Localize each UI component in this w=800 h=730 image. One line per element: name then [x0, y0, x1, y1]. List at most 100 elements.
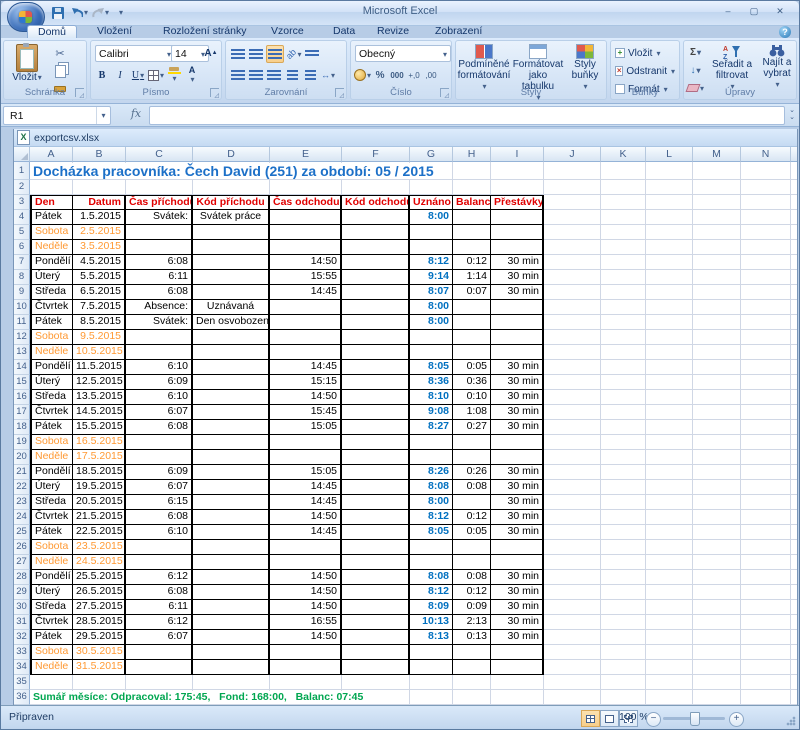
cell-I20[interactable]: [491, 450, 544, 465]
cell-D9[interactable]: [193, 285, 270, 300]
cell-partial15[interactable]: [791, 375, 797, 390]
tab-vlozeni[interactable]: Vložení: [87, 25, 142, 38]
cell-C29[interactable]: 6:08: [126, 585, 193, 600]
cell-I36[interactable]: [491, 690, 544, 705]
cell-N14[interactable]: [741, 360, 791, 375]
cell-G17[interactable]: 9:08: [410, 405, 453, 420]
cell-partial16[interactable]: [791, 390, 797, 405]
cell-K18[interactable]: [601, 420, 646, 435]
cell-M10[interactable]: [693, 300, 741, 315]
cell-H24[interactable]: 0:12: [453, 510, 491, 525]
cell-partial26[interactable]: [791, 540, 797, 555]
cell-B34[interactable]: 31.5.2015: [73, 660, 126, 675]
cell-E20[interactable]: [270, 450, 342, 465]
cell-G25[interactable]: 8:05: [410, 525, 453, 540]
row-header-4[interactable]: 4: [14, 210, 30, 225]
cell-A2[interactable]: [30, 180, 73, 195]
cell-E19[interactable]: [270, 435, 342, 450]
cell-J28[interactable]: [544, 570, 601, 585]
cell-D29[interactable]: [193, 585, 270, 600]
tab-rozlozeni-stranky[interactable]: Rozložení stránky: [153, 25, 256, 38]
cell-M5[interactable]: [693, 225, 741, 240]
cell-A21[interactable]: Pondělí: [30, 465, 73, 480]
cell-M26[interactable]: [693, 540, 741, 555]
row-header-17[interactable]: 17: [14, 405, 30, 420]
row-header-3[interactable]: 3: [14, 195, 30, 210]
cell-M19[interactable]: [693, 435, 741, 450]
cell-B16[interactable]: 13.5.2015: [73, 390, 126, 405]
cell-J3[interactable]: [544, 195, 601, 210]
cell-I29[interactable]: 30 min: [491, 585, 544, 600]
cell-E28[interactable]: 14:50: [270, 570, 342, 585]
cell-G30[interactable]: 8:09: [410, 600, 453, 615]
increase-decimal-button[interactable]: +,0: [406, 67, 422, 83]
cell-C4[interactable]: Svátek:: [126, 210, 193, 225]
cell-D13[interactable]: [193, 345, 270, 360]
cell-G12[interactable]: [410, 330, 453, 345]
cell-A22[interactable]: Úterý: [30, 480, 73, 495]
cell-partial14[interactable]: [791, 360, 797, 375]
cell-partial19[interactable]: [791, 435, 797, 450]
cell-B11[interactable]: 8.5.2015: [73, 315, 126, 330]
cell-J18[interactable]: [544, 420, 601, 435]
cell-F32[interactable]: [342, 630, 410, 645]
cell-L32[interactable]: [646, 630, 693, 645]
cell-J13[interactable]: [544, 345, 601, 360]
cell-K15[interactable]: [601, 375, 646, 390]
cell-G32[interactable]: 8:13: [410, 630, 453, 645]
comma-style-button[interactable]: 000: [389, 67, 405, 83]
cell-N8[interactable]: [741, 270, 791, 285]
column-header-k[interactable]: K: [601, 147, 646, 162]
cell-F2[interactable]: [342, 180, 410, 195]
column-header-c[interactable]: C: [126, 147, 193, 162]
cell-I16[interactable]: 30 min: [491, 390, 544, 405]
column-header-b[interactable]: B: [73, 147, 126, 162]
cell-J27[interactable]: [544, 555, 601, 570]
workbook-title-bar[interactable]: X exportcsv.xlsx: [14, 129, 797, 147]
cell-L1[interactable]: [646, 162, 693, 180]
cell-B21[interactable]: 18.5.2015: [73, 465, 126, 480]
cell-E25[interactable]: 14:45: [270, 525, 342, 540]
cell-B19[interactable]: 16.5.2015: [73, 435, 126, 450]
cell-I11[interactable]: [491, 315, 544, 330]
cell-L14[interactable]: [646, 360, 693, 375]
cell-N18[interactable]: [741, 420, 791, 435]
cell-M29[interactable]: [693, 585, 741, 600]
cell-C27[interactable]: [126, 555, 193, 570]
number-format-combo[interactable]: Obecný: [355, 45, 451, 62]
cell-J19[interactable]: [544, 435, 601, 450]
cell-I7[interactable]: 30 min: [491, 255, 544, 270]
cell-J12[interactable]: [544, 330, 601, 345]
cell-K36[interactable]: [601, 690, 646, 705]
cell-D21[interactable]: [193, 465, 270, 480]
cell-I18[interactable]: 30 min: [491, 420, 544, 435]
row-header-26[interactable]: 26: [14, 540, 30, 555]
cell-I26[interactable]: [491, 540, 544, 555]
cell-G34[interactable]: [410, 660, 453, 675]
cell-M1[interactable]: [693, 162, 741, 180]
cell-G9[interactable]: 8:07: [410, 285, 453, 300]
cell-I6[interactable]: [491, 240, 544, 255]
formula-bar-expand-button[interactable]: ⌄⌄: [786, 107, 798, 122]
cell-C7[interactable]: 6:08: [126, 255, 193, 270]
tab-revize[interactable]: Revize: [367, 25, 419, 38]
cell-K19[interactable]: [601, 435, 646, 450]
cell-G35[interactable]: [410, 675, 453, 690]
maximize-button[interactable]: ▢: [741, 4, 767, 18]
cell-J9[interactable]: [544, 285, 601, 300]
cell-D32[interactable]: [193, 630, 270, 645]
cell-H36[interactable]: [453, 690, 491, 705]
cell-M4[interactable]: [693, 210, 741, 225]
cell-I19[interactable]: [491, 435, 544, 450]
cell-A14[interactable]: Pondělí: [30, 360, 73, 375]
row-header-13[interactable]: 13: [14, 345, 30, 360]
cell-E35[interactable]: [270, 675, 342, 690]
decrease-indent-button[interactable]: [284, 67, 300, 83]
column-header-g[interactable]: G: [410, 147, 453, 162]
row-header-24[interactable]: 24: [14, 510, 30, 525]
cell-N12[interactable]: [741, 330, 791, 345]
cell-C12[interactable]: [126, 330, 193, 345]
cell-F33[interactable]: [342, 645, 410, 660]
cell-partial11[interactable]: [791, 315, 797, 330]
cell-partial22[interactable]: [791, 480, 797, 495]
